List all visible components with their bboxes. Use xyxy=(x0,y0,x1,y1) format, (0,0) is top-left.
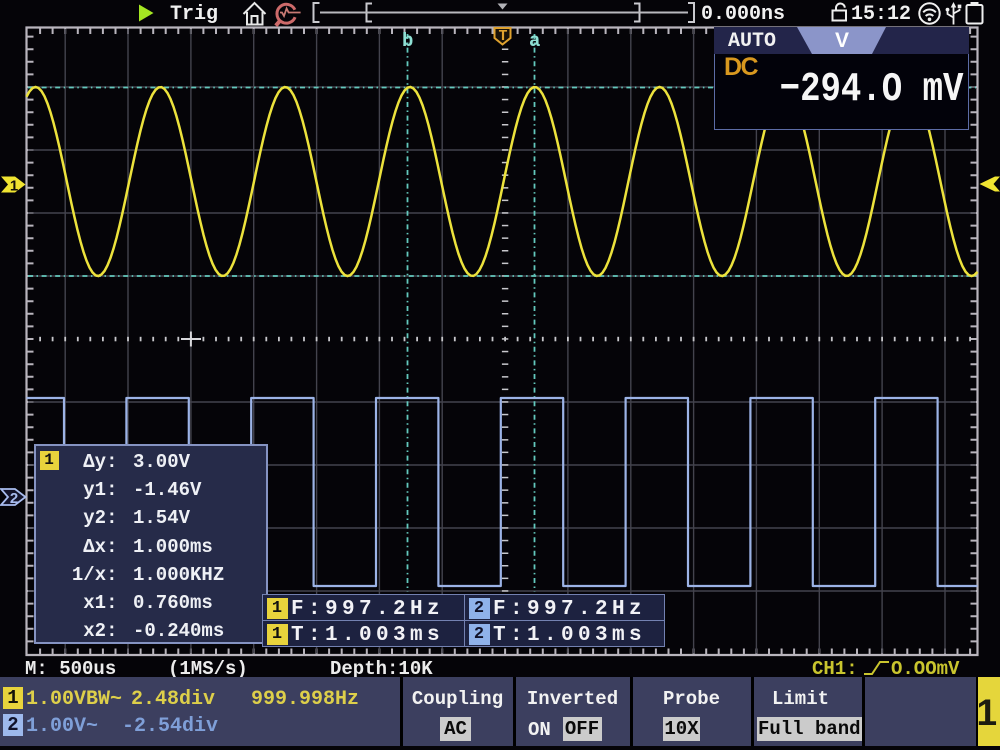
svg-text:b: b xyxy=(402,30,413,52)
svg-text:1: 1 xyxy=(10,178,18,195)
svg-text:T: T xyxy=(498,28,507,45)
svg-text:a: a xyxy=(529,30,540,52)
svg-text:2: 2 xyxy=(10,490,18,507)
